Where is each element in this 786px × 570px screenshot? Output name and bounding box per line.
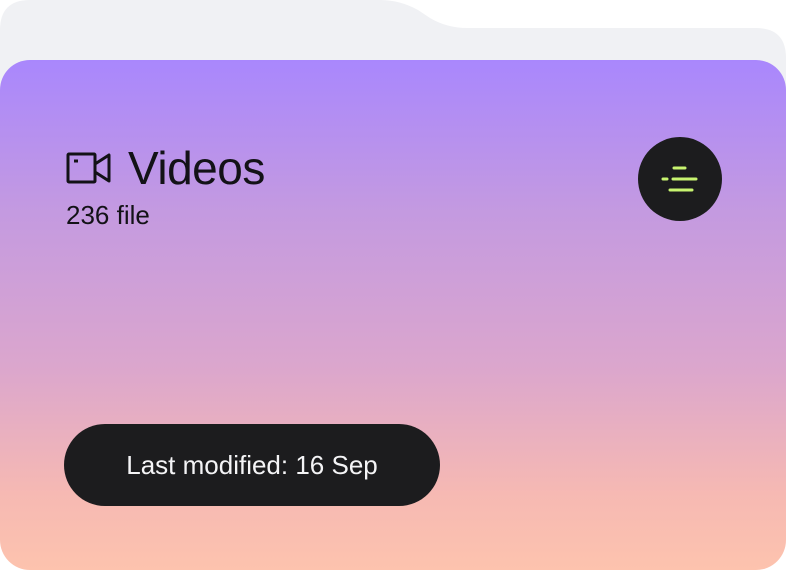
sort-lines-icon [661,166,698,192]
folder-title: Videos [128,142,265,194]
last-modified-badge: Last modified: 16 Sep [64,424,440,506]
file-count: 236 file [66,200,150,230]
folder-title-row: Videos [66,140,265,196]
folder-body: Videos 236 file Last modified: 16 Sep [0,60,786,570]
folder-card[interactable]: Videos 236 file Last modified: 16 Sep [0,0,786,570]
sort-menu-button[interactable] [638,137,722,221]
last-modified-text: Last modified: 16 Sep [126,449,378,480]
video-camera-icon [66,150,112,186]
